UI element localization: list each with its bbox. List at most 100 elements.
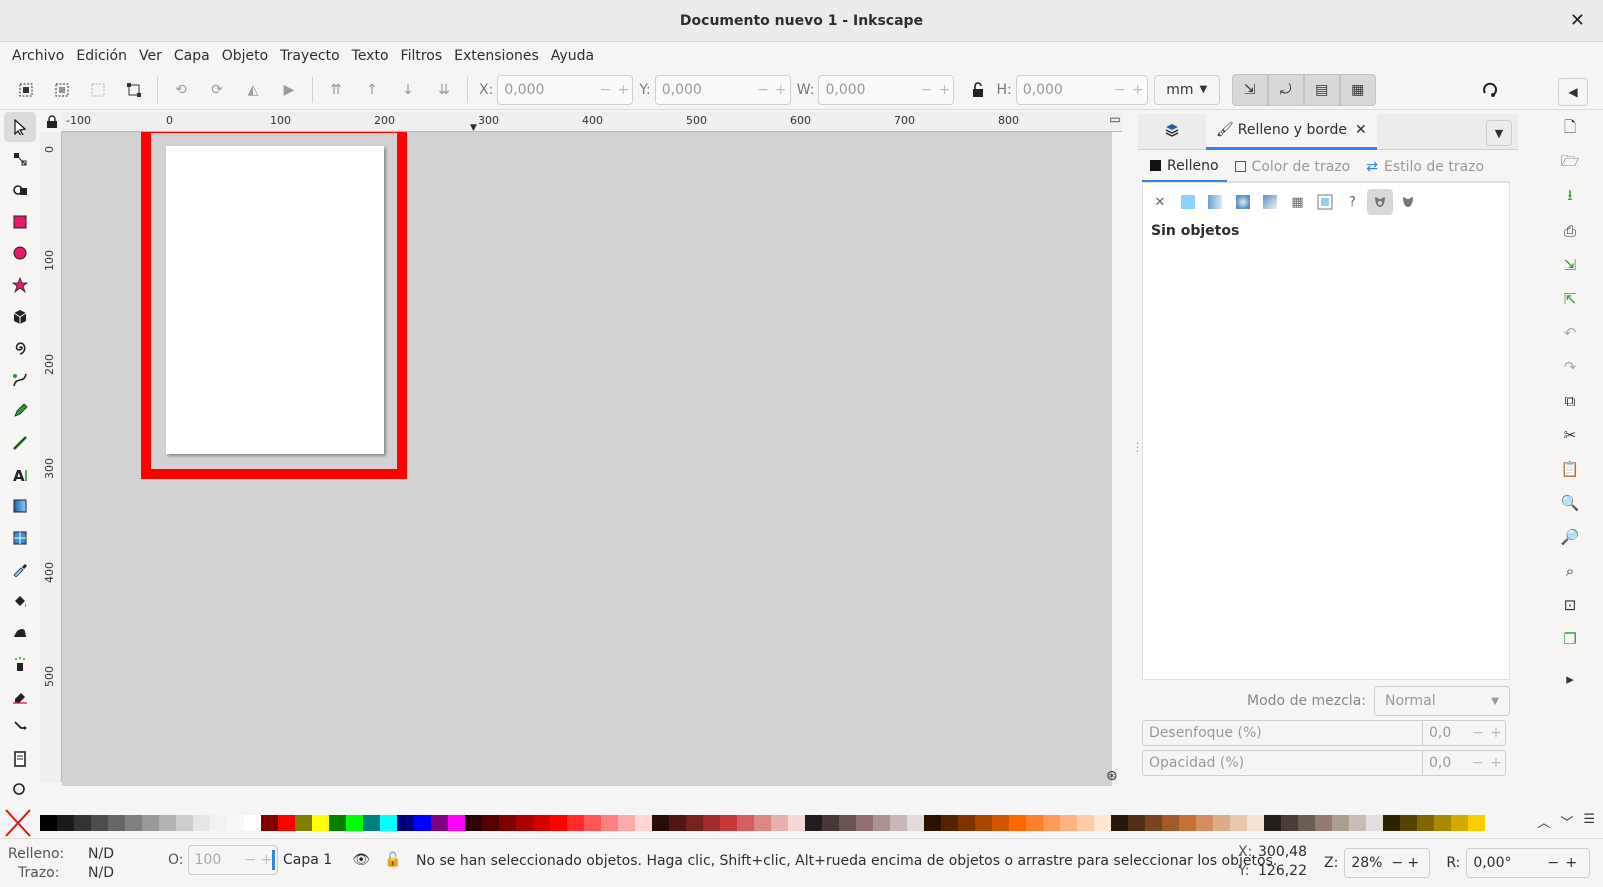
connector-tool-icon[interactable] xyxy=(4,712,36,742)
color-swatch[interactable] xyxy=(295,815,312,831)
color-swatch[interactable] xyxy=(1366,815,1383,831)
plus-icon[interactable]: + xyxy=(935,82,953,98)
scale-stroke-icon[interactable]: ⇲ xyxy=(1231,73,1268,106)
menu-capa[interactable]: Capa xyxy=(168,48,216,64)
save-icon[interactable]: ⭳ xyxy=(1552,180,1588,214)
dock-menu-button[interactable]: ▼ xyxy=(1486,120,1512,146)
color-swatch[interactable] xyxy=(686,815,703,831)
minus-icon[interactable]: − xyxy=(596,82,614,98)
color-swatch[interactable] xyxy=(1230,815,1247,831)
color-swatch[interactable] xyxy=(40,815,57,831)
color-swatch[interactable] xyxy=(227,815,244,831)
color-swatch[interactable] xyxy=(1264,815,1281,831)
color-swatch[interactable] xyxy=(1179,815,1196,831)
dropper-tool-icon[interactable] xyxy=(4,554,36,584)
color-swatch[interactable] xyxy=(1298,815,1315,831)
color-swatch[interactable] xyxy=(703,815,720,831)
chevron-up-icon[interactable]: ︿ xyxy=(1537,812,1550,831)
text-tool-icon[interactable]: A xyxy=(4,460,36,490)
color-swatch[interactable] xyxy=(788,815,805,831)
color-swatch[interactable] xyxy=(108,815,125,831)
menu-texto[interactable]: Texto xyxy=(346,48,395,64)
tweak-tool-icon[interactable] xyxy=(4,618,36,648)
color-swatch[interactable] xyxy=(652,815,669,831)
hamburger-menu-icon[interactable]: ☰ xyxy=(1583,812,1595,831)
color-swatch[interactable] xyxy=(1009,815,1026,831)
fill-stroke-tab[interactable]: 🖌 Relleno y borde ✕ xyxy=(1206,113,1377,150)
drawing-canvas[interactable] xyxy=(62,132,1112,786)
spiral-tool-icon[interactable] xyxy=(4,333,36,363)
lock-guides-icon[interactable] xyxy=(42,112,62,132)
move-patterns-icon[interactable]: ▦ xyxy=(1339,73,1376,106)
color-swatch[interactable] xyxy=(1213,815,1230,831)
minus-icon[interactable]: − xyxy=(917,82,935,98)
color-swatch[interactable] xyxy=(567,815,584,831)
color-swatch[interactable] xyxy=(1468,815,1485,831)
color-swatch[interactable] xyxy=(992,815,1009,831)
close-tab-icon[interactable]: ✕ xyxy=(1355,122,1367,138)
color-swatch[interactable] xyxy=(363,815,380,831)
color-swatch[interactable] xyxy=(771,815,788,831)
color-swatch[interactable] xyxy=(754,815,771,831)
color-swatch[interactable] xyxy=(57,815,74,831)
zoom-drawing-icon[interactable]: 🔎 xyxy=(1552,520,1588,554)
menu-filtros[interactable]: Filtros xyxy=(395,48,449,64)
deselect-icon[interactable] xyxy=(84,76,112,104)
minus-icon[interactable]: − xyxy=(1469,725,1487,741)
opacity-input[interactable]: 100 − + xyxy=(187,845,278,875)
color-swatch[interactable] xyxy=(907,815,924,831)
zoom-selection-icon[interactable]: 🔍 xyxy=(1552,486,1588,520)
color-swatch[interactable] xyxy=(1417,815,1434,831)
color-swatch[interactable] xyxy=(125,815,142,831)
color-swatch[interactable] xyxy=(1162,815,1179,831)
unlock-icon[interactable]: 🔓 xyxy=(384,852,401,868)
opacity-slider[interactable]: Opacidad (%) 0,0 − + xyxy=(1142,750,1506,776)
zoom-input[interactable]: 28% − + xyxy=(1344,848,1431,878)
minus-icon[interactable]: − xyxy=(1469,755,1487,771)
color-swatch[interactable] xyxy=(74,815,91,831)
color-swatch[interactable] xyxy=(720,815,737,831)
color-swatch[interactable] xyxy=(465,815,482,831)
plus-icon[interactable]: + xyxy=(614,82,632,98)
color-swatch[interactable] xyxy=(533,815,550,831)
node-tool-icon[interactable] xyxy=(4,144,36,174)
snap-icon[interactable] xyxy=(1476,76,1504,104)
close-icon[interactable]: ✕ xyxy=(1570,10,1585,31)
display-mode-icon[interactable]: ▭ xyxy=(1104,112,1126,130)
color-swatch[interactable] xyxy=(448,815,465,831)
flip-horizontal-icon[interactable]: ◭ xyxy=(239,76,267,104)
zoom-fit-icon[interactable]: ⊡ xyxy=(1552,588,1588,622)
bezier-tool-icon[interactable] xyxy=(4,365,36,395)
color-swatch[interactable] xyxy=(975,815,992,831)
plus-icon[interactable]: + xyxy=(1407,855,1423,871)
select-all-icon[interactable] xyxy=(12,76,40,104)
color-swatch[interactable] xyxy=(1043,815,1060,831)
import-icon[interactable]: ⇲ xyxy=(1552,248,1588,282)
color-swatch[interactable] xyxy=(346,815,363,831)
color-swatch[interactable] xyxy=(618,815,635,831)
color-swatch[interactable] xyxy=(431,815,448,831)
horizontal-ruler[interactable]: -100 0 100 200 300 400 500 600 700 800 ▼ xyxy=(62,112,1122,132)
pencil-tool-icon[interactable] xyxy=(4,396,36,426)
print-icon[interactable]: ⎙ xyxy=(1552,214,1588,248)
unit-select[interactable]: mm ▼ xyxy=(1153,74,1220,105)
menu-extensiones[interactable]: Extensiones xyxy=(448,48,545,64)
color-swatch[interactable] xyxy=(1400,815,1417,831)
ellipse-tool-icon[interactable] xyxy=(4,238,36,268)
color-swatch[interactable] xyxy=(1383,815,1400,831)
scale-corners-icon[interactable]: ⤾ xyxy=(1267,73,1304,106)
new-document-icon[interactable]: 🗋 xyxy=(1552,112,1588,146)
layers-tab[interactable] xyxy=(1138,114,1206,150)
color-swatch[interactable] xyxy=(312,815,329,831)
color-swatch[interactable] xyxy=(1026,815,1043,831)
color-swatch[interactable] xyxy=(856,815,873,831)
color-swatch[interactable] xyxy=(329,815,346,831)
color-swatch[interactable] xyxy=(1196,815,1213,831)
redo-icon[interactable]: ↷ xyxy=(1552,350,1588,384)
color-swatch[interactable] xyxy=(1060,815,1077,831)
tab-fill[interactable]: Relleno xyxy=(1142,152,1227,182)
expand-arrow-icon[interactable]: ▸ xyxy=(1552,662,1588,696)
eye-icon[interactable]: 👁 xyxy=(352,852,370,868)
no-paint-icon[interactable]: ✕ xyxy=(1147,189,1173,215)
color-swatch[interactable] xyxy=(839,815,856,831)
